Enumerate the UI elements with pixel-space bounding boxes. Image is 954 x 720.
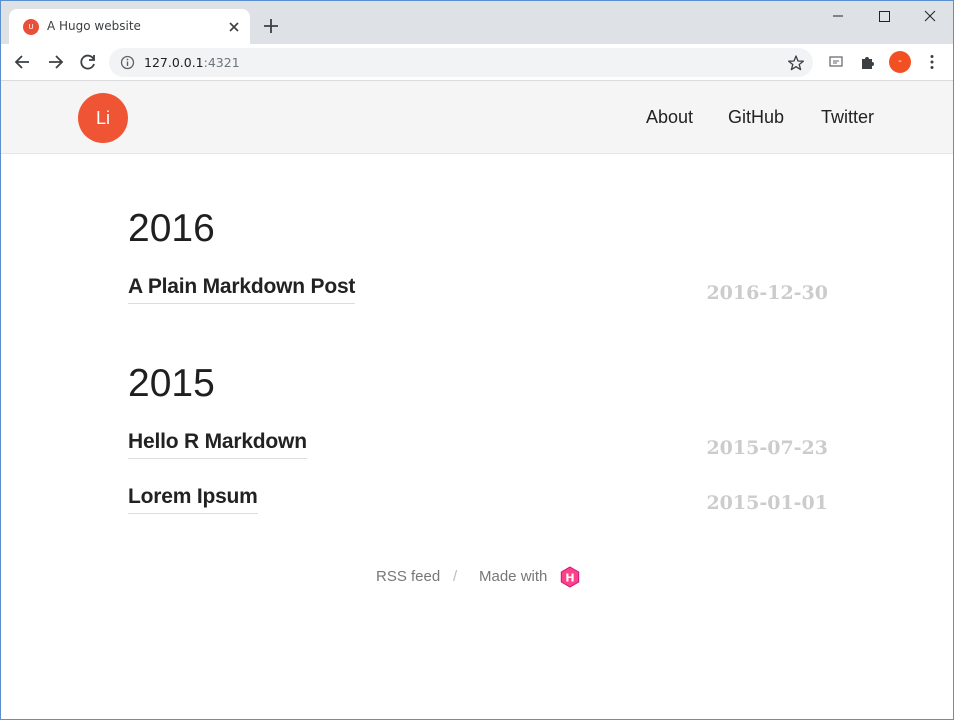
back-arrow-icon[interactable] [13, 52, 33, 72]
made-with-label: Made with [479, 568, 548, 585]
close-tab-icon[interactable] [225, 18, 243, 36]
forward-arrow-icon[interactable] [45, 52, 65, 72]
url-host: 127.0.0.1 [144, 55, 204, 70]
nav-link-twitter[interactable]: Twitter [821, 107, 874, 128]
tab-strip: U A Hugo website [1, 1, 953, 44]
bookmark-star-icon[interactable] [787, 54, 805, 72]
site-footer: RSS feed / Made with H [1, 566, 953, 590]
post-date: 2015-07-23 [706, 437, 828, 459]
nav-link-github[interactable]: GitHub [728, 107, 784, 128]
browser-tab-active[interactable]: U A Hugo website [9, 9, 250, 44]
nav-link-about[interactable]: About [646, 107, 693, 128]
address-bar[interactable]: 127.0.0.1:4321 [109, 48, 813, 77]
post-date: 2015-01-01 [706, 492, 828, 514]
reload-icon[interactable] [78, 52, 98, 72]
maximize-window-icon[interactable] [869, 5, 899, 27]
hugo-logo-icon[interactable]: H [559, 566, 581, 588]
archive-year-heading: 2016 [128, 207, 215, 250]
extensions-puzzle-icon[interactable] [859, 53, 877, 71]
url-text: 127.0.0.1:4321 [144, 55, 240, 70]
post-date: 2016-12-30 [706, 282, 828, 304]
browser-toolbar: 127.0.0.1:4321 - [1, 44, 953, 81]
browser-menu-icon[interactable] [923, 53, 941, 71]
site-logo[interactable]: Li [78, 93, 128, 143]
site-favicon-icon: U [23, 19, 39, 35]
close-window-icon[interactable] [915, 5, 945, 27]
new-tab-plus-icon[interactable] [261, 16, 281, 36]
profile-avatar[interactable]: - [889, 51, 911, 73]
footer-separator: / [453, 568, 458, 585]
rss-feed-link[interactable]: RSS feed [376, 568, 440, 585]
url-port: :4321 [203, 55, 240, 70]
archive-year-heading: 2015 [128, 362, 215, 405]
hugo-logo-letter: H [565, 572, 574, 585]
cast-icon[interactable] [827, 53, 845, 71]
site-info-icon[interactable] [120, 55, 135, 70]
minimize-window-icon[interactable] [823, 5, 853, 27]
site-header: Li About GitHub Twitter [1, 81, 953, 154]
tab-title: A Hugo website [47, 19, 141, 33]
post-title-link[interactable]: A Plain Markdown Post [128, 275, 355, 304]
post-title-link[interactable]: Lorem Ipsum [128, 485, 258, 514]
browser-window: U A Hugo website 127.0.0.1:4321 - Li Abo… [0, 0, 954, 720]
post-title-link[interactable]: Hello R Markdown [128, 430, 307, 459]
